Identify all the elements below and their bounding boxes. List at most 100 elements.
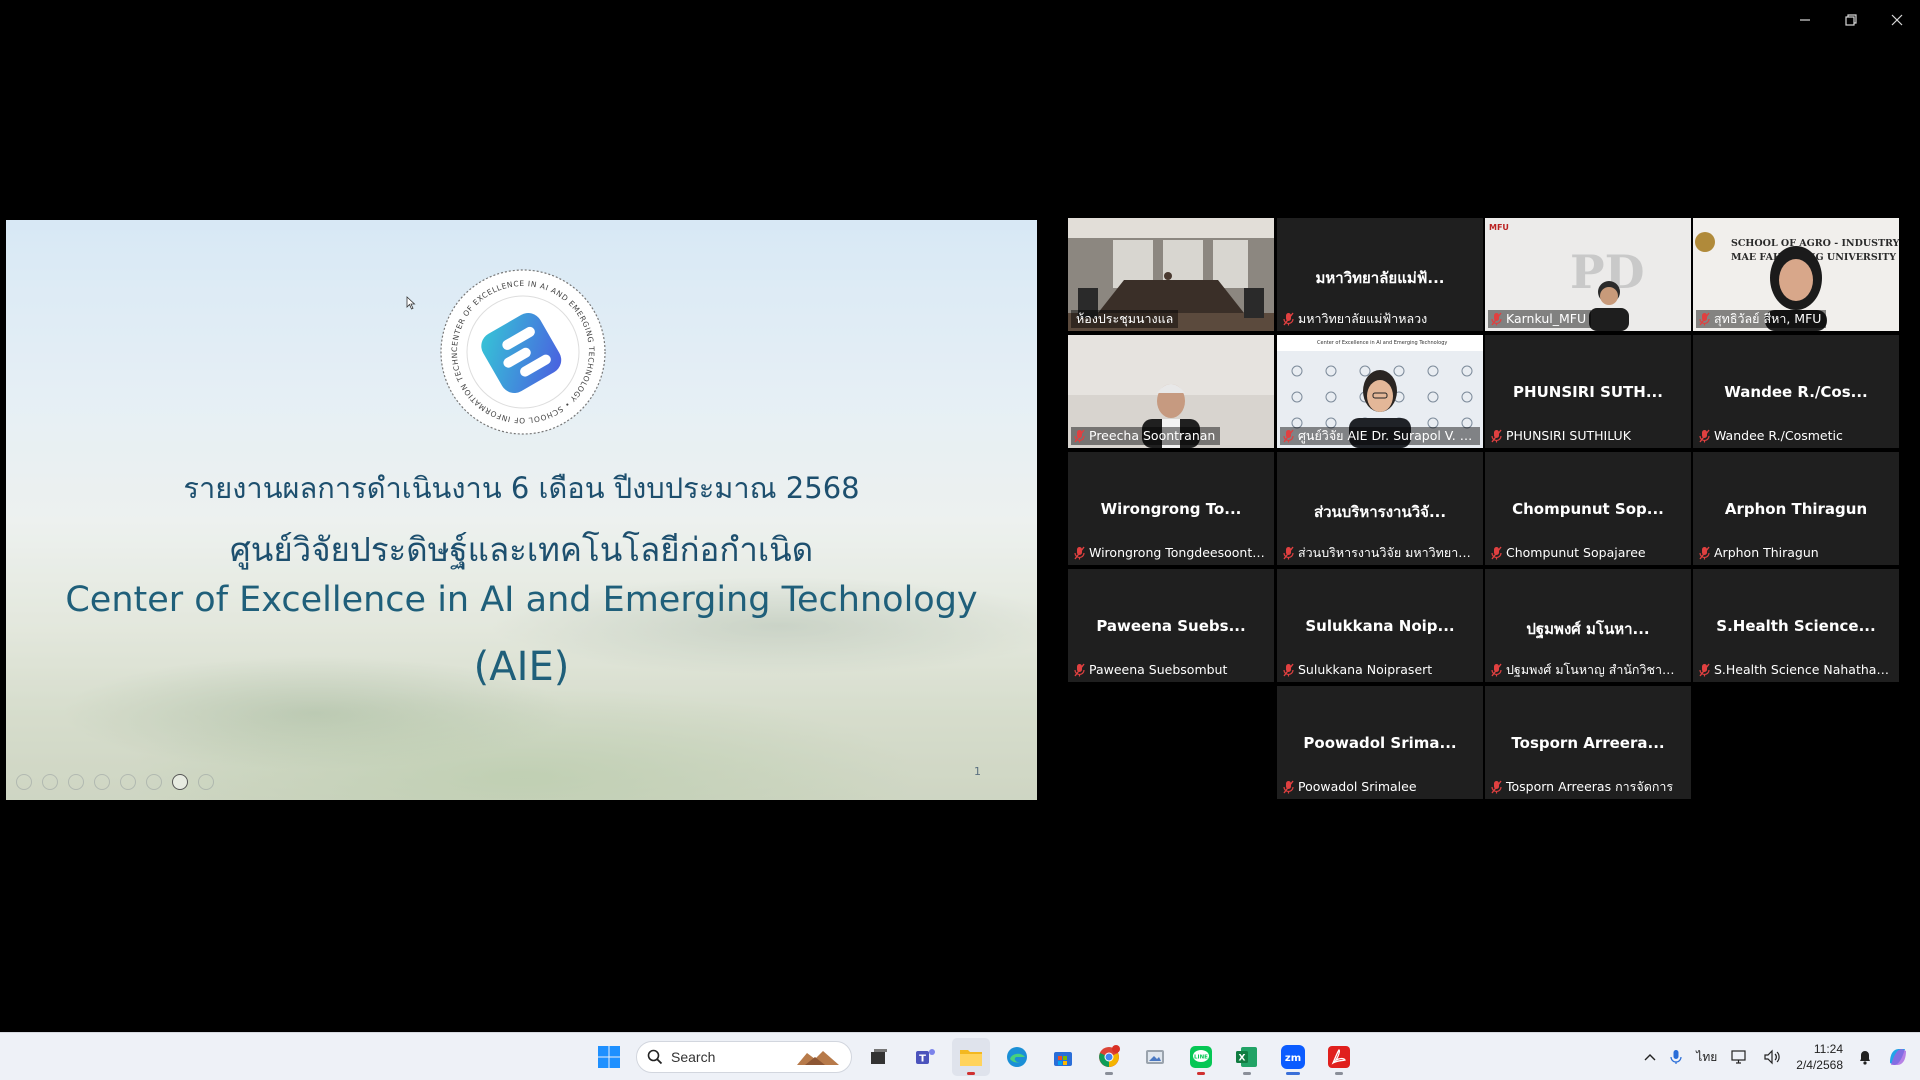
participant-tile[interactable]: ห้องประชุมนางแล bbox=[1068, 218, 1274, 331]
slide-line-1: รายงานผลการดำเนินงาน 6 เดือน ปีงบประมาณ … bbox=[183, 471, 860, 505]
system-tray: ไทย 11:24 2/4/2568 bbox=[1637, 1033, 1920, 1080]
slideshow-camera-button[interactable] bbox=[172, 774, 188, 790]
participant-name-label: Wandee R./Cosmetic bbox=[1714, 428, 1843, 443]
taskbar-clock[interactable]: 11:24 2/4/2568 bbox=[1788, 1041, 1851, 1073]
participant-tile[interactable]: Center of Excellence in AI and Emerging … bbox=[1277, 335, 1483, 448]
participant-tile[interactable]: ปฐมพงศ์ มโนหา... ปฐมพงศ์ มโนหาญ สำนักวิชา… bbox=[1485, 569, 1691, 682]
slide-page-number: 1 bbox=[974, 765, 981, 778]
photos-button[interactable] bbox=[1136, 1038, 1174, 1076]
store-button[interactable] bbox=[1044, 1038, 1082, 1076]
running-indicator bbox=[1197, 1072, 1205, 1075]
edge-icon bbox=[1007, 1047, 1027, 1067]
participant-display-name: Sulukkana Noip... bbox=[1305, 617, 1455, 635]
participant-name-label: Tosporn Arreeras การจัดการ bbox=[1506, 779, 1674, 794]
speaker-icon bbox=[1764, 1049, 1780, 1065]
search-icon bbox=[647, 1049, 663, 1065]
participant-display-name: PHUNSIRI SUTH... bbox=[1513, 383, 1663, 401]
participant-name-label: มหาวิทยาลัยแม่ฟ้าหลวง bbox=[1298, 311, 1428, 326]
participant-name-label: Poowadol Srimalee bbox=[1298, 779, 1417, 794]
task-view-button[interactable] bbox=[860, 1038, 898, 1076]
file-explorer-icon bbox=[960, 1050, 982, 1066]
input-language-button[interactable]: ไทย bbox=[1689, 1033, 1724, 1080]
participant-name-label: Karnkul_MFU bbox=[1488, 310, 1592, 328]
slideshow-more-button[interactable] bbox=[198, 774, 214, 790]
participant-name-label: S.Health Science Nahathai Du... bbox=[1714, 662, 1896, 677]
restore-button[interactable] bbox=[1828, 0, 1874, 40]
participant-tile[interactable]: PD MFU Karnkul_MFU bbox=[1485, 218, 1691, 331]
line-button[interactable]: LINE bbox=[1182, 1038, 1220, 1076]
muted-microphone-icon bbox=[1699, 546, 1710, 560]
slide-line-3: Center of Excellence in AI and Emerging … bbox=[65, 580, 978, 620]
window-controls bbox=[1782, 0, 1920, 40]
shared-screen: CENTER OF EXCELLENCE IN AI AND EMERGING … bbox=[6, 220, 1037, 800]
volume-button[interactable] bbox=[1756, 1033, 1788, 1080]
participant-name-label: ศูนย์วิจัย AIE Dr. Surapol V. (Aj... bbox=[1280, 427, 1480, 445]
muted-microphone-icon bbox=[1283, 546, 1294, 560]
minimize-icon bbox=[1800, 19, 1810, 21]
participant-tile[interactable]: Sulukkana Noip... Sulukkana Noiprasert bbox=[1277, 569, 1483, 682]
participant-tile[interactable]: Chompunut Sop... Chompunut Sopajaree bbox=[1485, 452, 1691, 565]
taskbar-search-placeholder: Search bbox=[671, 1049, 716, 1065]
notifications-button[interactable] bbox=[1851, 1033, 1879, 1080]
copilot-button[interactable] bbox=[1879, 1033, 1920, 1080]
excel-button[interactable]: X bbox=[1228, 1038, 1266, 1076]
restore-icon bbox=[1845, 14, 1857, 26]
slideshow-prev-button[interactable] bbox=[16, 774, 32, 790]
participant-tile[interactable]: S.Health Science... S.Health Science Naha… bbox=[1693, 569, 1899, 682]
show-hidden-icons-button[interactable] bbox=[1637, 1033, 1663, 1080]
muted-microphone-icon bbox=[1074, 429, 1085, 443]
teams-button[interactable]: T bbox=[906, 1038, 944, 1076]
slide-line-4: (AIE) bbox=[473, 644, 570, 690]
participant-tile[interactable]: Wandee R./Cos... Wandee R./Cosmetic bbox=[1693, 335, 1899, 448]
slideshow-next-button[interactable] bbox=[42, 774, 58, 790]
participant-tile[interactable]: มหาวิทยาลัยแม่ฟ้... มหาวิทยาลัยแม่ฟ้าหลวง bbox=[1277, 218, 1483, 331]
participant-name-label: PHUNSIRI SUTHILUK bbox=[1506, 428, 1631, 443]
participant-name-label: Paweena Suebsombut bbox=[1089, 662, 1228, 677]
participant-tile[interactable]: ส่วนบริหารงานวิจั... ส่วนบริหารงานวิจัย ม… bbox=[1277, 452, 1483, 565]
participant-name-label: ส่วนบริหารงานวิจัย มหาวิทยาลัยแม่... bbox=[1298, 545, 1480, 560]
muted-microphone-icon bbox=[1283, 780, 1294, 794]
network-icon bbox=[1731, 1050, 1746, 1064]
taskbar-search-box[interactable]: Search bbox=[636, 1041, 852, 1073]
slideshow-toolbar bbox=[16, 774, 214, 790]
file-explorer-button[interactable] bbox=[952, 1038, 990, 1076]
slideshow-zoom-button[interactable] bbox=[120, 774, 136, 790]
participant-name-label: Preecha Soontranan bbox=[1071, 427, 1221, 445]
participant-name-label: Chompunut Sopajaree bbox=[1506, 545, 1646, 560]
microphone-tray-button[interactable] bbox=[1663, 1033, 1689, 1080]
slideshow-subtitle-button[interactable] bbox=[146, 774, 162, 790]
close-button[interactable] bbox=[1874, 0, 1920, 40]
muted-microphone-icon bbox=[1699, 663, 1710, 677]
participant-name-label: ปฐมพงศ์ มโนหาญ สำนักวิชานวัตกร... bbox=[1506, 662, 1688, 677]
muted-microphone-icon bbox=[1283, 429, 1294, 443]
slideshow-pen-button[interactable] bbox=[68, 774, 84, 790]
participant-display-name: Poowadol Srima... bbox=[1303, 734, 1457, 752]
slideshow-grid-button[interactable] bbox=[94, 774, 110, 790]
participant-name-label: สุทธิวัลย์ สีหา, MFU bbox=[1696, 310, 1827, 328]
participant-display-name: Tosporn Arreera... bbox=[1511, 734, 1665, 752]
network-button[interactable] bbox=[1724, 1033, 1756, 1080]
muted-microphone-icon bbox=[1491, 663, 1502, 677]
muted-microphone-icon bbox=[1699, 429, 1710, 443]
zoom-button[interactable]: zm bbox=[1274, 1038, 1312, 1076]
participant-tile[interactable]: Arphon Thiragun Arphon Thiragun bbox=[1693, 452, 1899, 565]
participant-tile[interactable]: Tosporn Arreera... Tosporn Arreeras การจั… bbox=[1485, 686, 1691, 799]
store-icon bbox=[1054, 1052, 1072, 1066]
participant-tile[interactable]: SCHOOL OF AGRO - INDUSTRYMAE FAH LUANG U… bbox=[1693, 218, 1899, 331]
participant-tile[interactable]: Poowadol Srima... Poowadol Srimalee bbox=[1277, 686, 1483, 799]
participant-display-name: Wirongrong To... bbox=[1100, 500, 1242, 518]
participant-tile[interactable]: Wirongrong To... Wirongrong Tongdeesoonto… bbox=[1068, 452, 1274, 565]
acrobat-button[interactable] bbox=[1320, 1038, 1358, 1076]
chrome-button[interactable] bbox=[1090, 1038, 1128, 1076]
participant-name-label: Arphon Thiragun bbox=[1714, 545, 1819, 560]
svg-text:Center of Excellence in AI and: Center of Excellence in AI and Emerging … bbox=[1317, 340, 1447, 346]
participant-tile[interactable]: PHUNSIRI SUTH... PHUNSIRI SUTHILUK bbox=[1485, 335, 1691, 448]
teams-icon: T bbox=[916, 1049, 935, 1065]
clock-time: 11:24 bbox=[1813, 1042, 1843, 1056]
minimize-button[interactable] bbox=[1782, 0, 1828, 40]
start-button[interactable] bbox=[590, 1038, 628, 1076]
participant-tile[interactable]: Preecha Soontranan bbox=[1068, 335, 1274, 448]
participant-tile[interactable]: Paweena Suebs... Paweena Suebsombut bbox=[1068, 569, 1274, 682]
muted-microphone-icon bbox=[1699, 312, 1710, 326]
edge-button[interactable] bbox=[998, 1038, 1036, 1076]
